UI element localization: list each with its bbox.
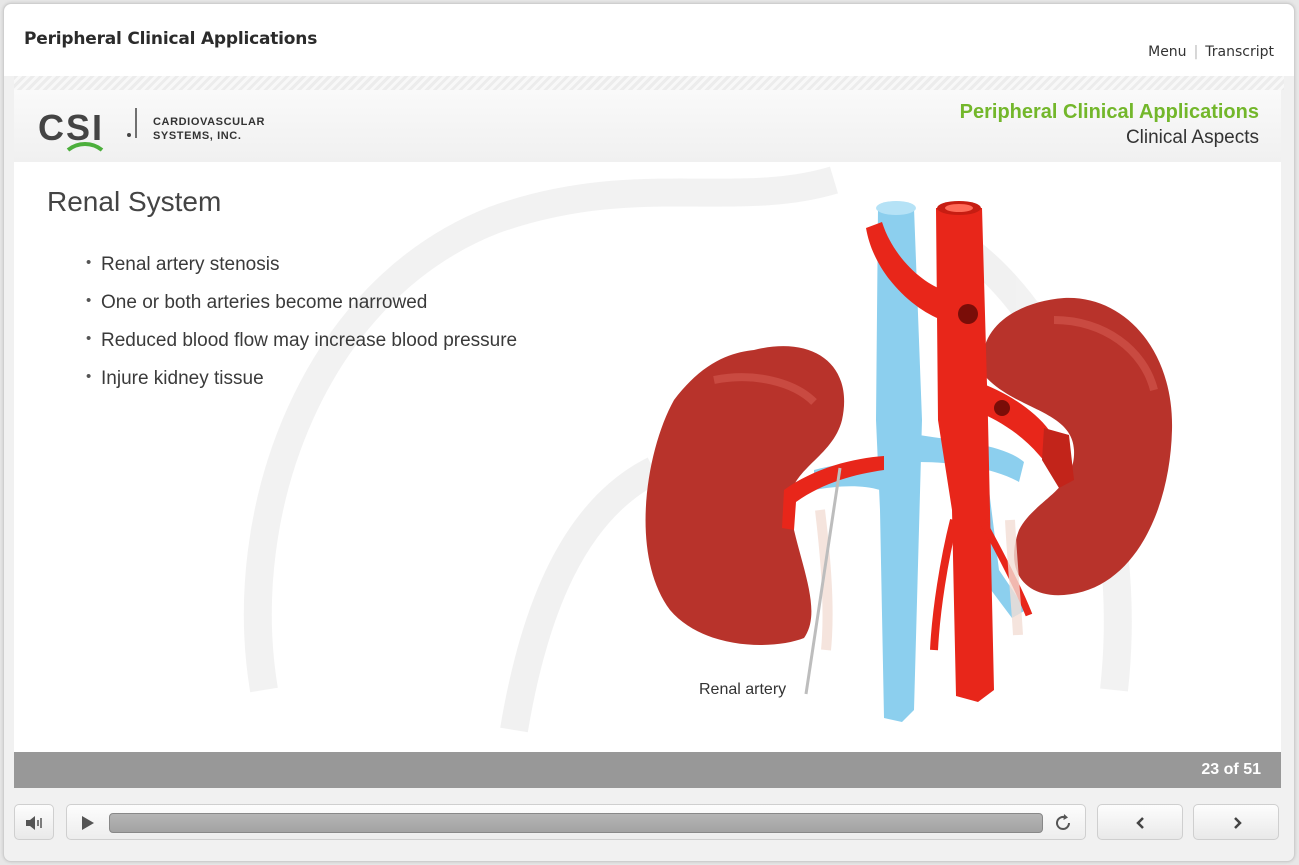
- callout-pointer: [804, 467, 842, 695]
- bullet-item: Reduced blood flow may increase blood pr…: [86, 330, 517, 368]
- playback-controls: [4, 804, 1294, 846]
- link-divider: |: [1193, 44, 1199, 60]
- bullet-item: One or both arteries become narrowed: [86, 292, 517, 330]
- next-button[interactable]: [1193, 804, 1279, 840]
- logo-text: CARDIOVASCULAR SYSTEMS, INC.: [153, 115, 265, 143]
- speaker-icon: [26, 816, 42, 830]
- decorative-stripes: [14, 76, 1284, 90]
- csi-logo: CSI CARDIOVASCULAR SYSTEMS, INC.: [38, 107, 278, 156]
- volume-button[interactable]: [14, 804, 54, 840]
- page-indicator: 23 of 51: [1201, 761, 1261, 778]
- top-links: Menu | Transcript: [1148, 44, 1274, 60]
- left-kidney: [645, 346, 845, 645]
- svg-text:CSI: CSI: [38, 108, 104, 148]
- slide-area: CSI CARDIOVASCULAR SYSTEMS, INC. Periphe…: [14, 90, 1281, 752]
- course-player: Peripheral Clinical Applications Menu | Tr…: [3, 3, 1295, 862]
- slide-footer: 23 of 51: [14, 752, 1281, 788]
- logo-line-1: CARDIOVASCULAR: [153, 116, 266, 128]
- chevron-left-icon: [1136, 817, 1144, 829]
- progress-bar[interactable]: [109, 813, 1043, 833]
- menu-link[interactable]: Menu: [1148, 44, 1186, 60]
- slide-header: CSI CARDIOVASCULAR SYSTEMS, INC. Periphe…: [14, 90, 1281, 162]
- bullet-item: Injure kidney tissue: [86, 368, 517, 406]
- slide-heading: Renal System: [47, 186, 222, 217]
- renal-artery-label: Renal artery: [699, 681, 787, 698]
- bullet-item: Renal artery stenosis: [86, 254, 517, 292]
- logo-line-2: SYSTEMS, INC.: [153, 130, 242, 142]
- play-icon[interactable]: [81, 815, 95, 831]
- course-title: Peripheral Clinical Applications: [24, 29, 318, 49]
- bullet-list: Renal artery stenosis One or both arteri…: [86, 254, 517, 406]
- previous-button[interactable]: [1097, 804, 1183, 840]
- csi-logo-mark: CSI: [38, 107, 137, 152]
- slide-header-subtitle: Clinical Aspects: [1125, 127, 1259, 148]
- replay-icon[interactable]: [1053, 813, 1073, 833]
- slide-header-title: Peripheral Clinical Applications: [959, 101, 1259, 123]
- seek-container: [66, 804, 1086, 840]
- transcript-link[interactable]: Transcript: [1205, 44, 1274, 60]
- chevron-right-icon: [1234, 817, 1242, 829]
- top-bar: Peripheral Clinical Applications Menu | Tr…: [4, 4, 1294, 76]
